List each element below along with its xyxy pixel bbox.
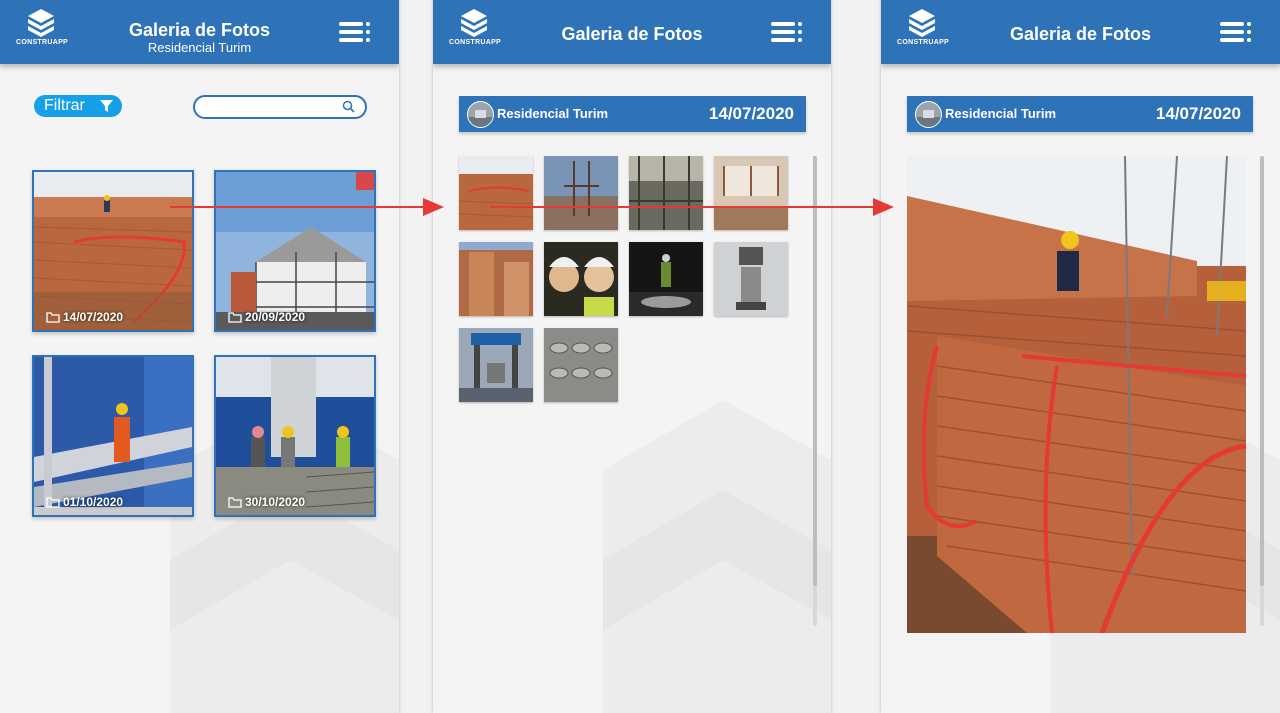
album-date-text: 20/09/2020 bbox=[245, 310, 306, 324]
album-date: 14/07/2020 bbox=[1155, 104, 1241, 123]
app-bar: CONSTRUAPP Galeria de Fotos Residencial … bbox=[0, 0, 399, 64]
folder-icon bbox=[228, 312, 242, 323]
photo-thumbnail[interactable] bbox=[544, 242, 618, 316]
photo-thumbnail[interactable] bbox=[714, 242, 788, 316]
album-date-text: 14/07/2020 bbox=[63, 310, 124, 324]
photo-thumbnail[interactable] bbox=[544, 156, 618, 230]
album-card[interactable]: 01/10/2020 bbox=[32, 355, 194, 517]
menu-button[interactable] bbox=[771, 20, 803, 44]
album-card[interactable]: 20/09/2020 bbox=[214, 170, 376, 332]
menu-list-icon bbox=[1220, 22, 1251, 42]
scrollbar-thumb[interactable] bbox=[1260, 156, 1264, 586]
folder-icon bbox=[46, 312, 60, 323]
album-date: 14/07/2020 bbox=[46, 310, 123, 324]
filter-button[interactable]: Filtrar bbox=[34, 95, 122, 117]
album-card[interactable]: 14/07/2020 bbox=[32, 170, 194, 332]
photo-brick-wall-large bbox=[907, 156, 1246, 633]
search-input[interactable] bbox=[205, 98, 339, 117]
folder-icon bbox=[228, 497, 242, 508]
photo-thumbnail[interactable] bbox=[629, 156, 703, 230]
scrollbar[interactable] bbox=[1260, 156, 1264, 626]
photo-thumbnail[interactable] bbox=[629, 242, 703, 316]
photo-thumbnail[interactable] bbox=[459, 242, 533, 316]
album-photo-worker-steel bbox=[34, 357, 192, 515]
menu-button[interactable] bbox=[339, 20, 371, 44]
project-name: Residencial Turim bbox=[945, 106, 1057, 121]
menu-list-icon bbox=[339, 22, 370, 42]
search-icon[interactable] bbox=[342, 100, 355, 113]
menu-button[interactable] bbox=[1220, 20, 1252, 44]
photo-thumbnail[interactable] bbox=[459, 156, 533, 230]
app-bar: CONSTRUAPP Galeria de Fotos bbox=[433, 0, 831, 64]
photo-full-view[interactable] bbox=[907, 156, 1246, 633]
album-list-screen: CONSTRUAPP Galeria de Fotos Residencial … bbox=[0, 0, 399, 713]
album-photo-house-scaffolding bbox=[216, 172, 374, 330]
project-header: Residencial Turim 14/07/2020 bbox=[907, 96, 1253, 132]
photo-thumbnail[interactable] bbox=[459, 328, 533, 402]
photo-thumbnail[interactable] bbox=[544, 328, 618, 402]
scrollbar-thumb[interactable] bbox=[813, 156, 817, 586]
album-photo-brick-wall bbox=[34, 172, 192, 330]
album-date: 14/07/2020 bbox=[708, 104, 794, 123]
album-date: 30/10/2020 bbox=[228, 495, 305, 509]
search-field[interactable] bbox=[193, 95, 367, 119]
album-date-text: 01/10/2020 bbox=[63, 495, 124, 509]
album-thumbnails-screen: CONSTRUAPP Galeria de Fotos Residencial … bbox=[433, 0, 831, 713]
album-date: 20/09/2020 bbox=[228, 310, 305, 324]
project-name: Residencial Turim bbox=[497, 106, 609, 121]
project-avatar-icon bbox=[915, 101, 942, 128]
scrollbar[interactable] bbox=[813, 156, 817, 626]
app-bar: CONSTRUAPP Galeria de Fotos bbox=[881, 0, 1280, 64]
album-date: 01/10/2020 bbox=[46, 495, 123, 509]
album-card[interactable]: 30/10/2020 bbox=[214, 355, 376, 517]
project-header: Residencial Turim 14/07/2020 bbox=[459, 96, 806, 132]
photo-thumbnail[interactable] bbox=[714, 156, 788, 230]
filter-label: Filtrar bbox=[44, 97, 85, 114]
project-avatar-icon bbox=[467, 101, 494, 128]
filter-icon bbox=[100, 100, 113, 112]
menu-list-icon bbox=[771, 22, 802, 42]
album-photo-workers-panel bbox=[216, 357, 374, 515]
album-date-text: 30/10/2020 bbox=[245, 495, 306, 509]
photo-detail-screen: CONSTRUAPP Galeria de Fotos Residencial … bbox=[881, 0, 1280, 713]
folder-icon bbox=[46, 497, 60, 508]
